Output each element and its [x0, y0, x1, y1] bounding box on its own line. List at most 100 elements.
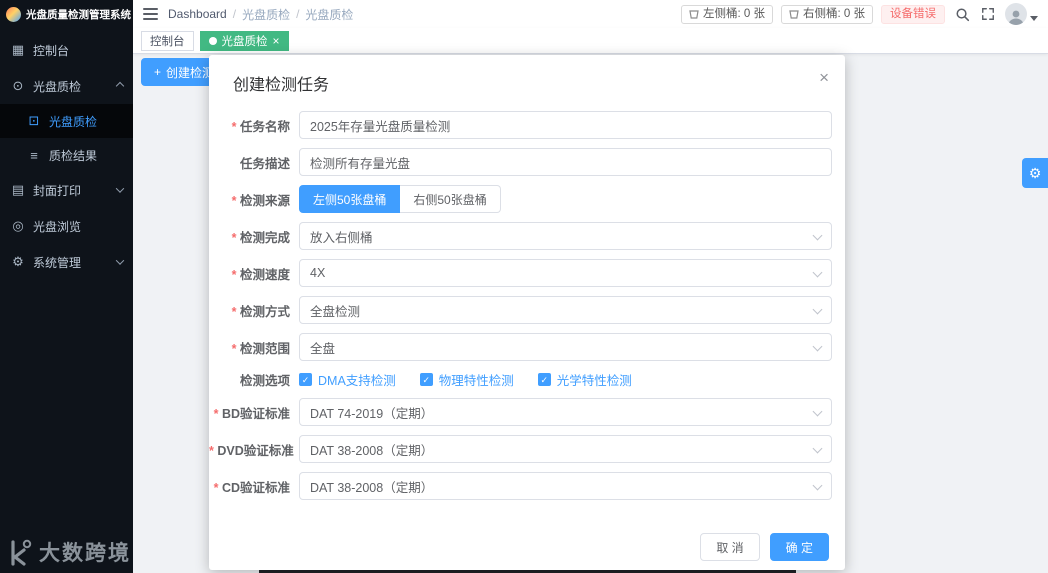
form-row-dvd-standard: DVD验证标准 DAT 38-2008（定期）	[209, 435, 832, 463]
settings-panel-button[interactable]: ⚙	[1022, 158, 1048, 188]
checkbox-checked-icon: ✓	[299, 373, 312, 386]
form-row-detect-range: 检测范围 全盘	[209, 333, 832, 361]
task-name-input[interactable]	[299, 111, 832, 139]
dialog-title: 创建检测任务	[233, 77, 330, 94]
printer-icon: ▤	[11, 182, 25, 197]
chevron-down-icon	[115, 256, 125, 265]
field-label: 检测方式	[209, 301, 299, 320]
detect-method-select[interactable]: 全盘检测	[299, 296, 832, 324]
tags-view-bar: 控制台 光盘质检 ×	[133, 28, 1048, 54]
chevron-up-icon	[115, 81, 125, 91]
field-label: 任务描述	[239, 156, 290, 171]
field-label: CD验证标准	[209, 477, 299, 496]
sidebar-subitem-disc-qc[interactable]: ⊡ 光盘质检	[0, 104, 133, 138]
form-row-detect-source: 检测来源 左侧50张盘桶 右侧50张盘桶	[209, 185, 832, 213]
radio-right-bucket[interactable]: 右侧50张盘桶	[400, 185, 501, 213]
disc-icon: ⊙	[12, 78, 24, 93]
list-icon: ≡	[30, 147, 38, 163]
task-desc-input[interactable]	[299, 148, 832, 176]
fullscreen-icon[interactable]	[979, 5, 997, 23]
form-row-task-name: 任务名称	[209, 111, 832, 139]
sidebar: 光盘质量检测管理系统 ▦ 控制台 ⊙ 光盘质检 ⊡ 光盘质检 ≡ 质检结果 ▤	[0, 0, 133, 573]
radio-left-bucket[interactable]: 左侧50张盘桶	[299, 185, 401, 213]
dialog-footer: 取 消 确 定	[700, 533, 829, 561]
dialog-header: 创建检测任务 ×	[209, 55, 845, 103]
device-error-badge[interactable]: 设备错误	[881, 4, 945, 24]
close-icon[interactable]: ×	[273, 35, 280, 47]
top-navbar: Dashboard / 光盘质检 / 光盘质检 左侧桶: 0 张 右侧桶: 0 …	[133, 0, 1048, 28]
field-label: 检测速度	[209, 264, 299, 283]
dvd-standard-select[interactable]: DAT 38-2008（定期）	[299, 435, 832, 463]
field-label: DVD验证标准	[209, 440, 299, 459]
checkbox-physical[interactable]: ✓ 物理特性检测	[419, 370, 514, 389]
field-label: 检测完成	[209, 227, 299, 246]
field-label: 检测范围	[209, 338, 299, 357]
tab-disc-qc[interactable]: 光盘质检 ×	[199, 30, 289, 51]
left-bucket-badge: 左侧桶: 0 张	[681, 4, 774, 24]
active-dot-icon	[208, 36, 217, 45]
chevron-down-icon	[115, 184, 125, 193]
sidebar-menu: ▦ 控制台 ⊙ 光盘质检 ⊡ 光盘质检 ≡ 质检结果 ▤ 封面打印 ◎ 光盘浏览…	[0, 28, 133, 280]
checkbox-optical[interactable]: ✓ 光学特性检测	[537, 370, 632, 389]
detect-range-select[interactable]: 全盘	[299, 333, 832, 361]
form-row-detect-speed: 检测速度 4X	[209, 259, 832, 287]
chevron-down-icon	[812, 304, 823, 315]
app-title: 光盘质量检测管理系统	[26, 8, 131, 21]
breadcrumb-item[interactable]: Dashboard	[168, 7, 227, 21]
checkbox-checked-icon: ✓	[419, 373, 433, 386]
search-icon[interactable]	[953, 5, 971, 23]
chevron-down-icon	[812, 267, 823, 278]
form-row-task-desc: 任务描述	[209, 148, 832, 176]
confirm-button[interactable]: 确 定	[769, 533, 829, 561]
cancel-button[interactable]: 取 消	[700, 533, 760, 561]
bucket-icon	[689, 10, 699, 19]
checkbox-dma[interactable]: ✓ DMA支持检测	[299, 370, 396, 389]
chevron-down-icon	[812, 230, 823, 241]
plus-icon: +	[154, 65, 162, 79]
chevron-down-icon	[812, 443, 823, 454]
browse-icon: ◎	[12, 218, 24, 233]
hamburger-icon[interactable]	[143, 8, 158, 20]
form-row-detect-complete: 检测完成 放入右侧桶	[209, 222, 832, 250]
dashboard-icon: ▦	[11, 42, 25, 57]
bucket-icon	[789, 10, 799, 19]
field-label: 检测选项	[239, 374, 290, 388]
field-label: BD验证标准	[209, 403, 299, 422]
create-task-dialog: 创建检测任务 × 任务名称 任务描述 检测来源 左侧50张盘桶 右侧50张盘桶 …	[209, 55, 845, 570]
tab-console[interactable]: 控制台	[141, 30, 194, 51]
sidebar-subitem-qc-results[interactable]: ≡ 质检结果	[0, 138, 133, 172]
bd-standard-select[interactable]: DAT 74-2019（定期）	[299, 398, 832, 426]
sidebar-item-console[interactable]: ▦ 控制台	[0, 32, 133, 68]
form-row-bd-standard: BD验证标准 DAT 74-2019（定期）	[209, 398, 832, 426]
detect-source-radio-group: 左侧50张盘桶 右侧50张盘桶	[299, 185, 832, 213]
form-row-cd-standard: CD验证标准 DAT 38-2008（定期）	[209, 472, 832, 500]
close-icon[interactable]: ×	[819, 69, 829, 86]
caret-down-icon	[1030, 15, 1038, 21]
avatar	[1005, 3, 1027, 25]
detect-complete-select[interactable]: 放入右侧桶	[299, 222, 832, 250]
breadcrumb-item[interactable]: 光盘质检	[242, 6, 290, 23]
chevron-down-icon	[812, 406, 823, 417]
gear-icon: ⚙	[1028, 164, 1042, 181]
task-form: 任务名称 任务描述 检测来源 左侧50张盘桶 右侧50张盘桶 检测完成 放入右侧…	[209, 103, 845, 500]
detect-options-group: ✓ DMA支持检测 ✓ 物理特性检测 ✓ 光学特性检测	[299, 370, 832, 389]
breadcrumb-item: 光盘质检	[305, 7, 354, 22]
app-logo-icon	[6, 6, 21, 22]
detect-speed-select[interactable]: 4X	[299, 259, 832, 287]
sidebar-item-disc-browse[interactable]: ◎ 光盘浏览	[0, 208, 133, 244]
right-bucket-badge: 右侧桶: 0 张	[781, 4, 873, 24]
topbar-right: 左侧桶: 0 张 右侧桶: 0 张 设备错误	[681, 3, 1038, 25]
sidebar-item-disc-qc[interactable]: ⊙ 光盘质检	[0, 68, 133, 104]
form-row-detect-options: 检测选项 ✓ DMA支持检测 ✓ 物理特性检测 ✓ 光学特性检测	[209, 370, 832, 389]
app-logo: 光盘质量检测管理系统	[0, 0, 133, 28]
sidebar-item-system-mgmt[interactable]: ⚙ 系统管理	[0, 244, 133, 280]
chevron-down-icon	[812, 341, 823, 352]
app-window: 光盘质量检测管理系统 ▦ 控制台 ⊙ 光盘质检 ⊡ 光盘质检 ≡ 质检结果 ▤	[0, 0, 1048, 573]
cd-standard-select[interactable]: DAT 38-2008（定期）	[299, 472, 832, 500]
sidebar-item-cover-print[interactable]: ▤ 封面打印	[0, 172, 133, 208]
chevron-down-icon	[812, 480, 823, 491]
breadcrumb: Dashboard / 光盘质检 / 光盘质检	[168, 6, 354, 23]
form-row-detect-method: 检测方式 全盘检测	[209, 296, 832, 324]
user-menu[interactable]	[1005, 3, 1038, 25]
gear-icon: ⚙	[12, 254, 24, 269]
